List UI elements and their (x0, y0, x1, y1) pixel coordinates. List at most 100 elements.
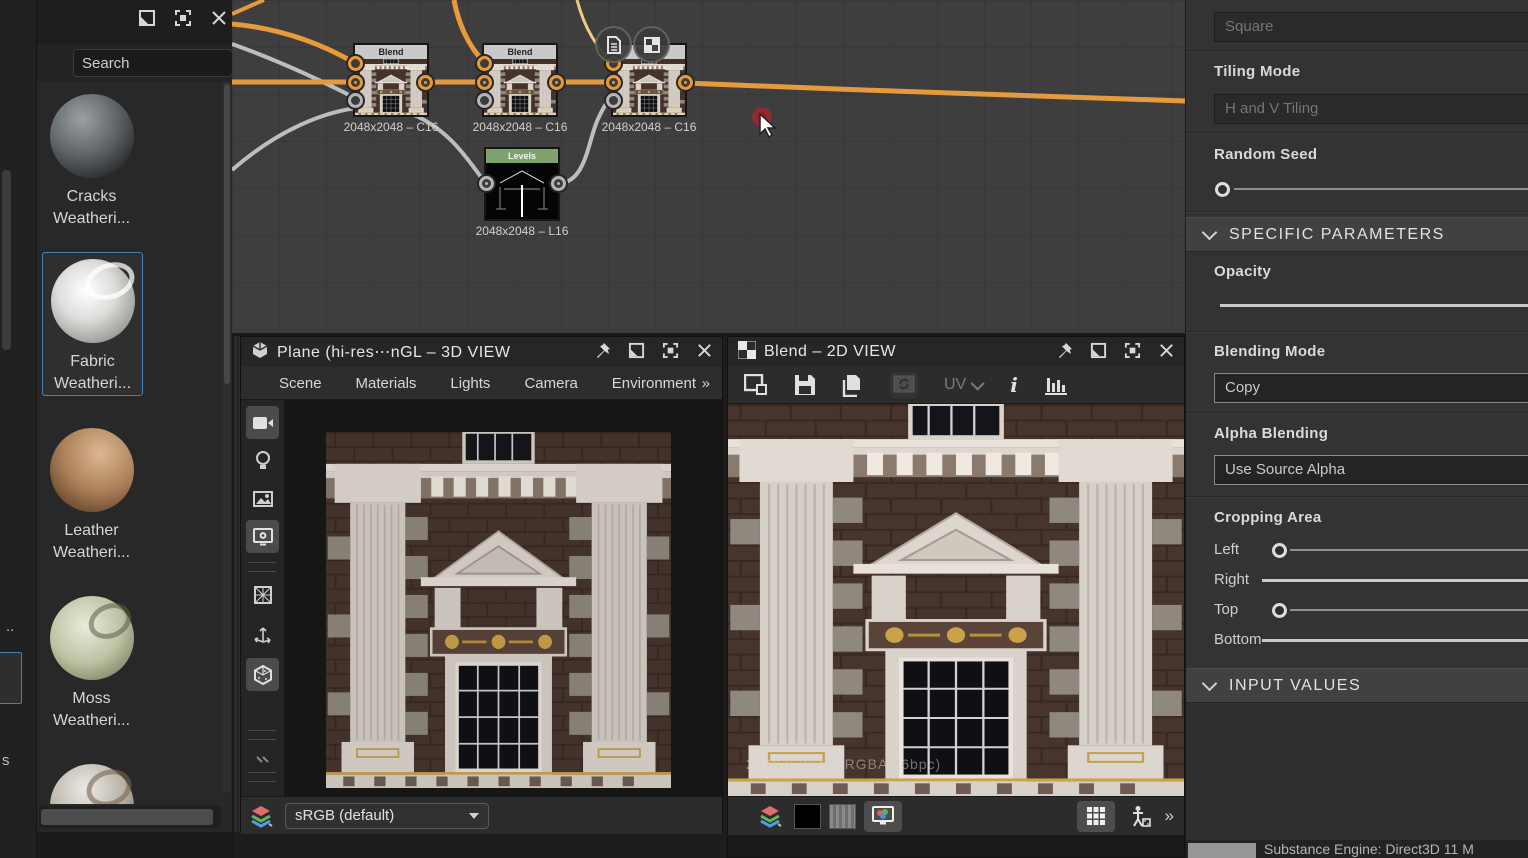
view3d-bottombar: sRGB (default) (241, 796, 722, 834)
menu-camera[interactable]: Camera (524, 375, 577, 392)
save-icon[interactable] (794, 374, 816, 396)
list-item[interactable]: Leather Weatheri... (42, 422, 141, 564)
random-seed-slider-knob[interactable] (1215, 182, 1230, 197)
left-edge-panel: .. s (0, 0, 37, 858)
tiling-mode-dropdown[interactable]: H and V Tiling (1214, 94, 1528, 124)
material-label: Weatheri... (42, 542, 141, 564)
list-item-selected[interactable]: Fabric Weatheri... (42, 252, 143, 396)
edge-selected-item[interactable] (0, 652, 22, 704)
menu-environment[interactable]: Environment (612, 375, 696, 392)
crop-left-knob[interactable] (1272, 543, 1287, 558)
node-title: Blend (355, 45, 427, 59)
output-port[interactable] (678, 75, 693, 90)
view3d-viewport[interactable] (284, 400, 724, 796)
status-scrollbar-thumb[interactable] (1188, 843, 1256, 858)
float-window-icon[interactable] (1090, 342, 1108, 360)
camera-view-icon[interactable] (246, 406, 279, 439)
input-port[interactable] (477, 56, 492, 71)
library-horizontal-scrollbar[interactable] (39, 806, 221, 828)
pin-icon[interactable] (594, 342, 612, 360)
view2d-titlebar[interactable]: Blend – 2D VIEW (728, 337, 1184, 368)
alpha-blending-dropdown[interactable]: Use Source Alpha (1214, 455, 1528, 485)
node-blend-mode-button[interactable] (633, 26, 670, 63)
crop-bottom-track[interactable] (1262, 639, 1528, 642)
float-window-icon[interactable] (138, 9, 156, 27)
material-label: Weatheri... (43, 373, 142, 395)
list-item[interactable] (42, 758, 141, 804)
transform-gizmo-icon[interactable] (246, 618, 279, 651)
search-input[interactable] (73, 49, 233, 77)
output-port[interactable] (549, 75, 564, 90)
close-icon[interactable] (210, 9, 228, 27)
input-port[interactable] (479, 176, 494, 191)
node-title: Blend (484, 45, 556, 59)
menu-lights[interactable]: Lights (450, 375, 490, 392)
random-seed-slider-track[interactable] (1234, 188, 1528, 190)
panel-resize-grip[interactable] (233, 336, 240, 832)
grid-toggle-icon[interactable] (1077, 801, 1115, 832)
geometry-wireframe-icon[interactable] (246, 578, 279, 611)
blending-mode-dropdown[interactable]: Copy (1214, 373, 1528, 403)
light-bulb-icon[interactable] (246, 444, 279, 477)
channels-layers-icon[interactable] (758, 804, 782, 828)
edge-scrollbar[interactable] (2, 170, 11, 350)
opacity-slider-track[interactable] (1220, 304, 1528, 307)
display-settings-icon[interactable] (246, 520, 279, 553)
float-window-icon[interactable] (628, 342, 646, 360)
node-doc-button[interactable] (595, 26, 632, 63)
graph-node-levels[interactable]: Levels (484, 147, 560, 221)
close-icon[interactable] (696, 342, 714, 360)
tiling-preview-swatch[interactable] (829, 804, 856, 829)
uv-mode-dropdown[interactable]: UV (944, 376, 984, 394)
status-bar: Substance Engine: Direct3D 11 M (1186, 840, 1528, 858)
close-icon[interactable] (1158, 342, 1176, 360)
display-channels-icon[interactable] (864, 801, 902, 832)
scene-geometry-icon[interactable] (246, 658, 279, 691)
view3d-titlebar[interactable]: Plane (hi-res⋯nGL – 3D VIEW (241, 337, 722, 368)
maximize-icon[interactable] (1124, 342, 1142, 360)
more-tools-chevron-icon[interactable]: » (1165, 806, 1174, 826)
crop-top-track[interactable] (1290, 609, 1528, 611)
graph-node-blend-2[interactable]: Blend (482, 43, 558, 117)
crop-top-knob[interactable] (1272, 603, 1287, 618)
menu-overflow-chevron-icon[interactable]: » (702, 375, 710, 392)
pin-icon[interactable] (1056, 342, 1074, 360)
maximize-icon[interactable] (174, 9, 192, 27)
new-view-icon[interactable] (744, 374, 768, 396)
input-port[interactable] (348, 93, 363, 108)
view2d-viewport[interactable]: 2048 x 2048 (RGBA 16bpc) (728, 404, 1184, 796)
menu-scene[interactable]: Scene (279, 375, 322, 392)
list-item[interactable]: Cracks Weatheri... (42, 88, 141, 230)
histogram-icon[interactable] (1044, 374, 1068, 396)
copy-icon[interactable] (842, 374, 864, 397)
input-values-header[interactable]: INPUT VALUES (1186, 668, 1528, 703)
input-port[interactable] (606, 93, 621, 108)
output-port[interactable] (418, 75, 433, 90)
input-port[interactable] (348, 75, 363, 90)
shape-dropdown[interactable]: Square (1214, 12, 1528, 42)
input-port[interactable] (477, 75, 492, 90)
info-icon[interactable]: i (1010, 373, 1018, 397)
specific-parameters-header[interactable]: SPECIFIC PARAMETERS (1186, 217, 1528, 252)
input-port[interactable] (477, 93, 492, 108)
output-port[interactable] (551, 176, 566, 191)
background-color-swatch[interactable] (794, 804, 821, 829)
crop-right-track[interactable] (1262, 579, 1528, 582)
edge-label-fragment-bottom: s (2, 752, 10, 769)
colorspace-dropdown[interactable]: sRGB (default) (285, 803, 489, 829)
library-vertical-scrollbar[interactable] (223, 82, 231, 792)
colorspace-value: sRGB (default) (295, 807, 394, 824)
environment-image-icon[interactable] (246, 482, 279, 515)
channels-layers-icon[interactable] (249, 804, 273, 828)
maximize-icon[interactable] (662, 342, 680, 360)
node-graph-canvas[interactable]: Blend 2048x2048 – C16 Blend 2048x2048 – … (232, 0, 1185, 333)
library-list[interactable]: Cracks Weatheri... Fabric Weatheri... Le… (37, 82, 223, 804)
node-caption: 2048x2048 – C16 (579, 120, 719, 134)
crop-left-track[interactable] (1290, 549, 1528, 551)
texture-info-overlay: 2048 x 2048 (RGBA 16bpc) (746, 756, 941, 772)
mannequin-random-icon[interactable] (1129, 805, 1151, 827)
list-item[interactable]: Moss Weatheri... (42, 590, 141, 732)
input-port[interactable] (606, 75, 621, 90)
menu-materials[interactable]: Materials (356, 375, 417, 392)
input-port[interactable] (348, 56, 363, 71)
